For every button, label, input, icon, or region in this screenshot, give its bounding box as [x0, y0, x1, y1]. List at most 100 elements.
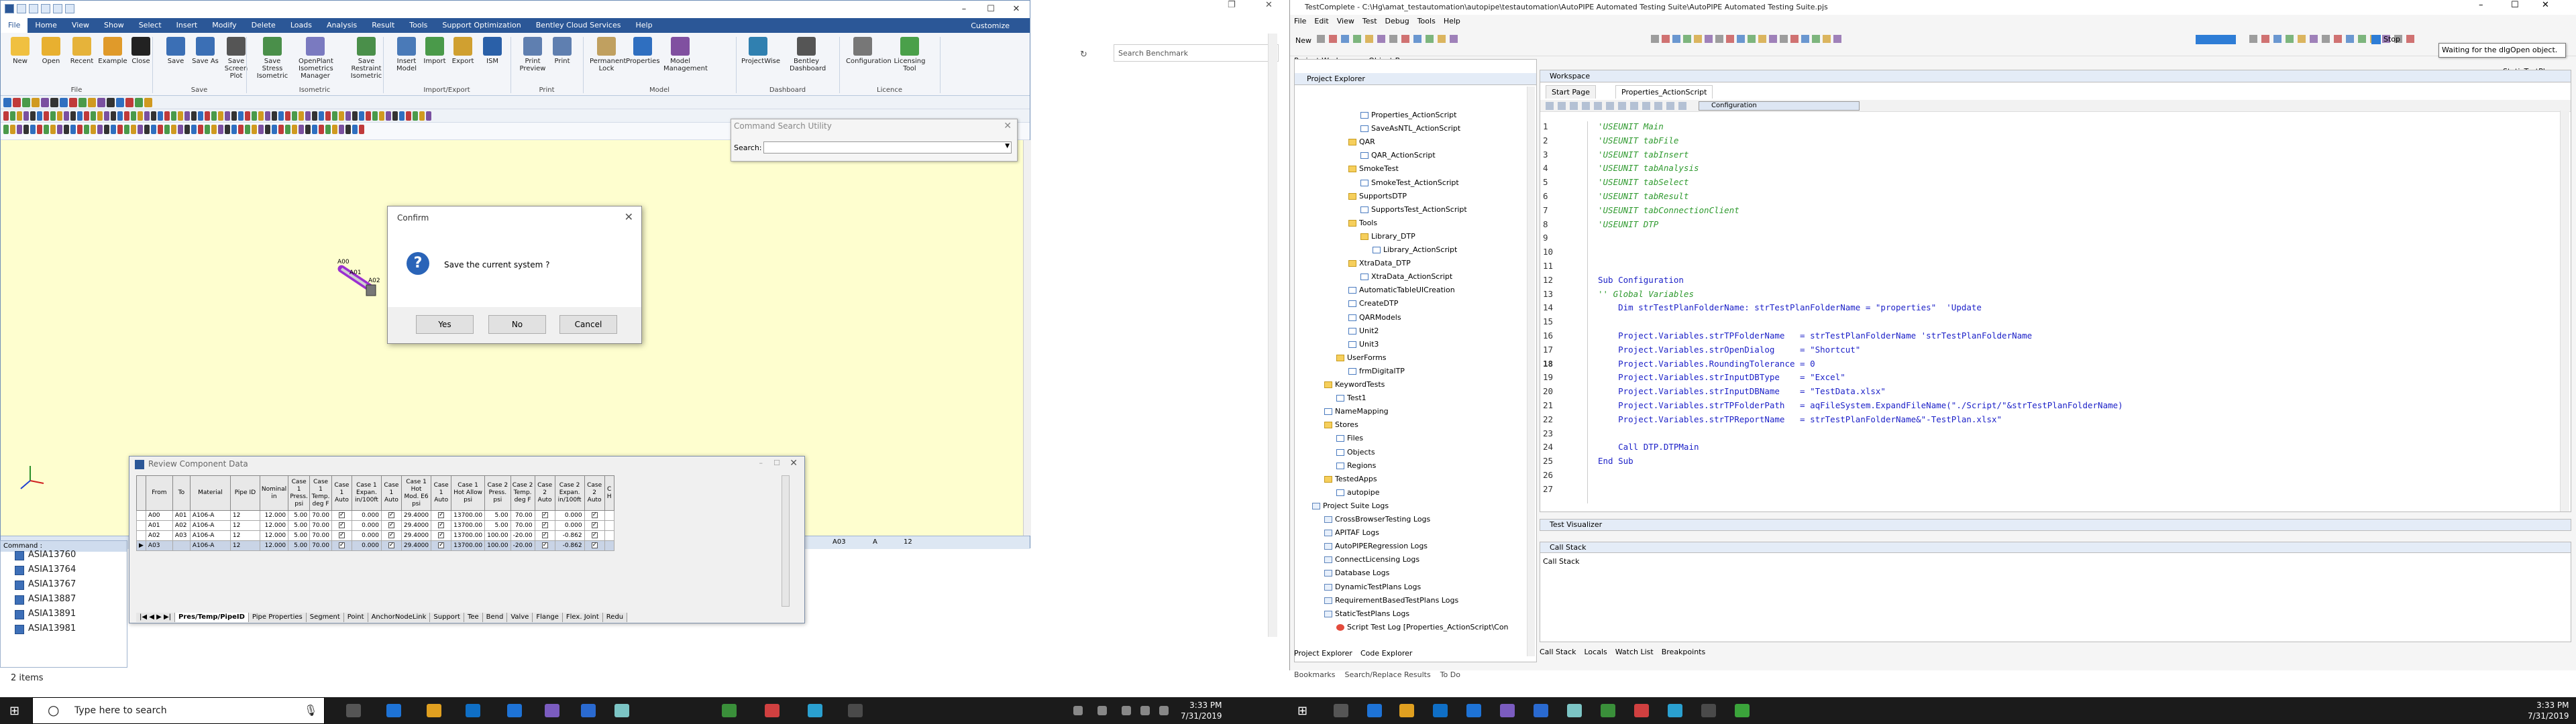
tab-support[interactable]: Support [430, 613, 464, 622]
toolbar-tool-icon[interactable] [151, 125, 156, 134]
command-search-input[interactable]: ▼ [763, 141, 1012, 154]
taskbar-app-icon[interactable] [1735, 704, 1750, 717]
tree-node[interactable]: QARModels [1359, 313, 1401, 322]
toolbar-tool-icon[interactable] [292, 111, 297, 121]
table-cell[interactable] [331, 510, 352, 521]
row-selector[interactable]: ▶ [136, 540, 146, 551]
toolbar-tool-icon[interactable] [151, 111, 156, 121]
editor-tool-icon[interactable] [1678, 102, 1686, 110]
taskbar-app-icon[interactable] [1534, 704, 1548, 717]
close-icon[interactable]: ✕ [1265, 0, 1273, 10]
tab-bookmarks[interactable]: Bookmarks [1294, 670, 1335, 679]
toolbar-tool-icon[interactable] [319, 111, 324, 121]
column-header[interactable]: Case 2 Temp. deg F [510, 475, 535, 511]
toolbar-tool-icon[interactable] [1341, 35, 1349, 43]
toolbar-tool-icon[interactable] [164, 125, 170, 134]
toolbar-tool-icon[interactable] [413, 111, 418, 121]
editor-scrollbar[interactable] [2560, 111, 2569, 511]
tree-node[interactable]: XtraData_DTP [1359, 259, 1411, 268]
toolbar-tool-icon[interactable] [3, 111, 9, 121]
tree-node[interactable]: Library_DTP [1371, 232, 1415, 241]
code-line[interactable]: End Sub [1598, 456, 1633, 466]
toolbar-tool-icon[interactable] [88, 98, 96, 107]
toolbar-tool-icon[interactable] [366, 111, 371, 121]
minimize-button[interactable]: – [2479, 0, 2483, 10]
toolbar-tool-icon[interactable] [325, 111, 331, 121]
tree-node[interactable]: XtraData_ActionScript [1371, 272, 1452, 282]
taskbar-app-icon[interactable] [507, 704, 522, 717]
toolbar-tool-icon[interactable] [69, 98, 77, 107]
table-cell[interactable]: A106-A [189, 510, 231, 521]
toolbar-tool-icon[interactable] [77, 111, 83, 121]
toolbar-tool-icon[interactable] [178, 111, 183, 121]
table-cell[interactable]: 0.000 [351, 530, 382, 541]
table-cell[interactable]: A02 [145, 530, 173, 541]
toolbar-tool-icon[interactable] [252, 111, 257, 121]
taskbar-app-icon[interactable] [1701, 704, 1716, 717]
table-cell[interactable]: 13700.00 [451, 520, 486, 531]
toolbar-tool-icon[interactable] [2346, 35, 2354, 43]
ribbon-new-button[interactable]: New [3, 36, 37, 65]
toolbar-tool-icon[interactable] [339, 111, 344, 121]
toolbar-tool-icon[interactable] [1426, 35, 1434, 43]
table-row[interactable]: ▶A03 A106-A1212.0005.0070.00 0.000 29.4000 1… [136, 540, 614, 551]
tray-icon[interactable] [1140, 706, 1150, 715]
table-cell[interactable]: 12 [229, 540, 260, 551]
taskbar-app-icon[interactable] [1466, 704, 1481, 717]
menu-support-optimization[interactable]: Support Optimization [435, 18, 528, 33]
editor-tool-icon[interactable] [1642, 102, 1650, 110]
column-header[interactable]: From [145, 475, 173, 511]
toolbar-tool-icon[interactable] [359, 111, 364, 121]
menu-view[interactable]: View [64, 18, 97, 33]
tree-node[interactable]: UserForms [1347, 353, 1387, 363]
tree-node[interactable]: NameMapping [1335, 407, 1389, 416]
column-header[interactable]: To [172, 475, 191, 511]
table-cell[interactable] [604, 530, 614, 541]
toolbar-tool-icon[interactable] [60, 98, 68, 107]
table-cell[interactable]: A106-A [189, 520, 231, 531]
toolbar-tool-icon[interactable] [299, 125, 304, 134]
tree-node[interactable]: autopipe [1347, 488, 1380, 497]
auto-checkbox[interactable] [388, 541, 394, 550]
table-cell[interactable]: 5.00 [288, 540, 311, 551]
auto-checkbox[interactable] [541, 511, 548, 520]
toolbar-tool-icon[interactable] [299, 111, 304, 121]
ribbon-bentley-dashboard-button[interactable]: Bentley Dashboard [790, 36, 826, 72]
taskbar-app-icon[interactable] [1634, 704, 1649, 717]
table-vscroll[interactable] [782, 475, 790, 607]
toolbar-tool-icon[interactable] [1450, 35, 1458, 43]
menu-view[interactable]: View [1333, 17, 1358, 25]
table-cell[interactable] [380, 520, 402, 531]
toolbar-tool-icon[interactable] [339, 125, 344, 134]
ribbon-save-restraint-isometric-button[interactable]: Save Restraint Isometric [350, 36, 383, 80]
tree-node[interactable]: Library_ActionScript [1383, 245, 1457, 255]
table-cell[interactable]: 5.00 [288, 530, 311, 541]
tree-node[interactable]: SmokeTest_ActionScript [1371, 178, 1459, 188]
tray-icon[interactable] [1073, 706, 1083, 715]
tree-node[interactable]: ConnectLicensing Logs [1335, 555, 1419, 564]
table-cell[interactable] [534, 530, 555, 541]
tree-node[interactable]: Objects [1347, 448, 1375, 457]
tab-watch-list[interactable]: Watch List [1615, 648, 1654, 656]
toolbar-tool-icon[interactable] [218, 125, 223, 134]
ribbon-projectwise-button[interactable]: ProjectWise [741, 36, 780, 65]
column-header[interactable]: Case 2 Press. psi [484, 475, 511, 511]
toolbar-tool-icon[interactable] [1790, 35, 1799, 43]
ribbon-save-as-button[interactable]: Save As [189, 36, 222, 65]
tree-node[interactable]: StaticTestPlans Logs [1335, 609, 1409, 619]
toolbar-tool-icon[interactable] [116, 98, 124, 107]
ribbon-save-screen-plot-button[interactable]: Save Screen Plot [219, 36, 253, 80]
table-cell[interactable] [534, 540, 555, 551]
editor-tab[interactable]: Start Page [1546, 85, 1596, 99]
toolbar-tool-icon[interactable] [426, 111, 431, 121]
toolbar-tool-icon[interactable] [225, 111, 230, 121]
column-header[interactable]: Case 1 Auto [331, 475, 352, 511]
menu-tools[interactable]: Tools [1413, 17, 1440, 25]
toolbar-tool-icon[interactable] [30, 125, 36, 134]
toolbar-tool-icon[interactable] [23, 125, 29, 134]
code-line[interactable]: '' Global Variables [1598, 289, 1694, 299]
table-cell[interactable]: 0.000 [351, 520, 382, 531]
qat-undo-icon[interactable] [53, 4, 62, 13]
table-cell[interactable]: -0.862 [554, 530, 585, 541]
table-row[interactable]: A00A01A106-A1212.0005.0070.000.00029.400… [136, 510, 614, 521]
